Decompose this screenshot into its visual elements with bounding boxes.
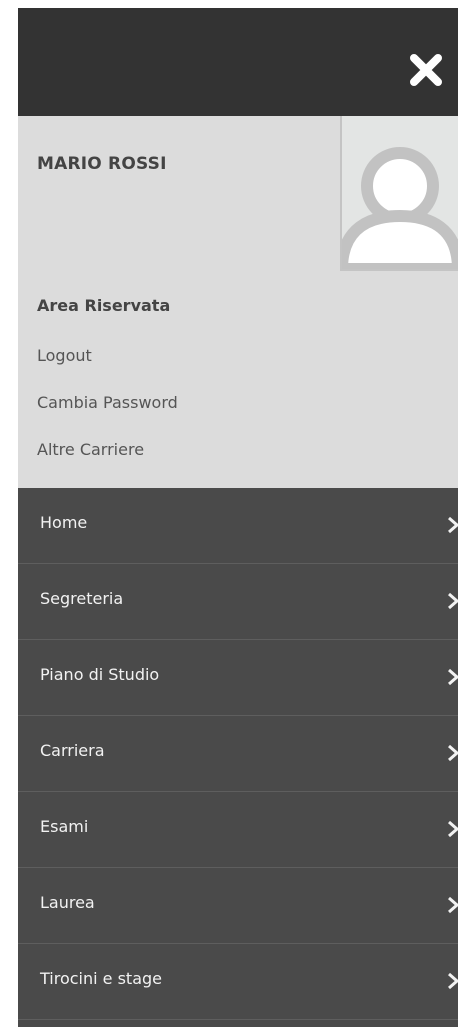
user-area: MARIO ROSSI Area Riservata Logout Cambia… xyxy=(18,116,458,488)
menu-item-piano-di-studio[interactable]: Piano di Studio xyxy=(18,640,458,716)
avatar-placeholder-icon xyxy=(342,147,458,269)
avatar xyxy=(340,116,458,271)
chevron-right-icon xyxy=(448,972,458,990)
menu-item-carriera[interactable]: Carriera xyxy=(18,716,458,792)
menu-header xyxy=(18,8,458,116)
chevron-right-icon xyxy=(448,896,458,914)
chevron-right-icon xyxy=(448,516,458,534)
menu-item-label: Laurea xyxy=(40,893,95,912)
user-name: MARIO ROSSI xyxy=(37,154,167,174)
menu-item-label: Piano di Studio xyxy=(40,665,160,684)
side-menu-panel: MARIO ROSSI Area Riservata Logout Cambia… xyxy=(18,8,458,1027)
change-password-link[interactable]: Cambia Password xyxy=(37,393,178,412)
menu-item-label: Home xyxy=(40,513,88,532)
menu-item-label: Carriera xyxy=(40,741,105,760)
close-menu-button[interactable] xyxy=(408,52,444,88)
menu-item-laurea[interactable]: Laurea xyxy=(18,868,458,944)
menu-item-tirocini-e-stage[interactable]: Tirocini e stage xyxy=(18,944,458,1020)
menu-item-label: Esami xyxy=(40,817,89,836)
main-menu: Home Segreteria Piano di Studio Carriera… xyxy=(18,488,458,1020)
menu-item-label: Tirocini e stage xyxy=(40,969,162,988)
menu-item-home[interactable]: Home xyxy=(18,488,458,564)
chevron-right-icon xyxy=(448,668,458,686)
other-careers-link[interactable]: Altre Carriere xyxy=(37,440,144,459)
chevron-right-icon xyxy=(448,744,458,762)
close-icon xyxy=(410,54,442,86)
menu-item-segreteria[interactable]: Segreteria xyxy=(18,564,458,640)
logout-link[interactable]: Logout xyxy=(37,346,92,365)
reserved-area-title: Area Riservata xyxy=(37,296,171,315)
chevron-right-icon xyxy=(448,820,458,838)
chevron-right-icon xyxy=(448,592,458,610)
menu-item-label: Segreteria xyxy=(40,589,124,608)
menu-item-esami[interactable]: Esami xyxy=(18,792,458,868)
